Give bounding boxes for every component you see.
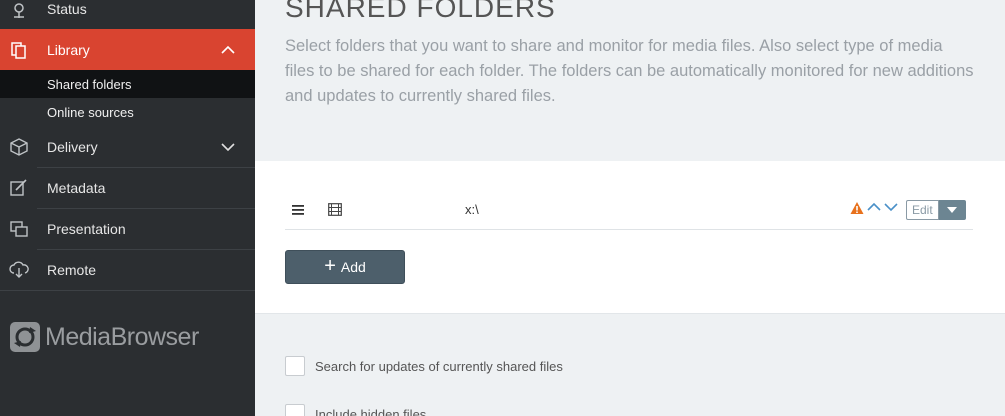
search-updates-label: Search for updates of currently shared f… (315, 358, 563, 374)
nav-presentation-label: Presentation (47, 220, 126, 237)
status-icon (9, 0, 29, 19)
nav-remote-label: Remote (47, 261, 97, 278)
nav-library[interactable]: Library (0, 29, 255, 70)
subnav-shared-folders-label: Shared folders (47, 76, 132, 92)
chevron-down-icon[interactable] (219, 138, 237, 156)
library-icon (9, 40, 29, 60)
add-folder-button[interactable]: + Add (285, 250, 405, 284)
subnav-shared-folders[interactable]: Shared folders (0, 70, 255, 98)
folder-row: x:\ Edit (285, 191, 973, 230)
include-hidden-checkbox[interactable] (285, 404, 305, 416)
box-icon (9, 137, 29, 157)
nav-metadata[interactable]: Metadata (0, 167, 255, 208)
folder-path: x:\ (465, 202, 479, 217)
subnav-online-sources-label: Online sources (47, 104, 134, 120)
nav-delivery[interactable]: Delivery (0, 126, 255, 167)
edit-dropdown-toggle[interactable] (938, 200, 966, 220)
move-down-icon[interactable] (884, 200, 898, 212)
nav-metadata-label: Metadata (47, 179, 106, 196)
include-hidden-option[interactable]: Include hidden files (285, 404, 426, 416)
caret-down-icon (947, 207, 958, 213)
edit-button[interactable]: Edit (906, 200, 939, 220)
sidebar: Status Library Shared folders Online sou… (0, 0, 255, 416)
plus-icon: + (324, 255, 336, 277)
page-title: SHARED FOLDERS (285, 0, 556, 23)
presentation-icon (9, 219, 29, 239)
nav-delivery-label: Delivery (47, 138, 98, 155)
nav-remote[interactable]: Remote (0, 249, 255, 290)
drag-handle-icon[interactable] (292, 203, 304, 215)
page-description: Select folders that you want to share an… (285, 37, 974, 105)
warning-icon[interactable] (850, 201, 864, 215)
edit-icon (9, 178, 29, 198)
nav-status-label: Status (47, 0, 87, 17)
cloud-download-icon (9, 260, 29, 280)
subnav-online-sources[interactable]: Online sources (0, 98, 255, 126)
nav-library-label: Library (47, 41, 90, 58)
search-updates-checkbox[interactable] (285, 356, 305, 376)
shared-folders-panel: x:\ Edit + Add (255, 161, 1005, 314)
nav-divider (0, 290, 255, 291)
brand-name: MediaBrowser (45, 322, 199, 351)
search-updates-option[interactable]: Search for updates of currently shared f… (285, 356, 563, 376)
chevron-up-icon[interactable] (219, 41, 237, 59)
nav-presentation[interactable]: Presentation (0, 208, 255, 249)
edit-button-group: Edit (906, 200, 966, 220)
move-up-icon[interactable] (867, 200, 881, 212)
mediabrowser-logo-icon (10, 322, 40, 352)
main-content: SHARED FOLDERS Select folders that you w… (255, 0, 1005, 416)
add-folder-label: Add (340, 259, 366, 275)
brand-logo: MediaBrowser (10, 320, 199, 354)
include-hidden-label: Include hidden files (315, 406, 427, 416)
nav-status[interactable]: Status (0, 0, 255, 28)
film-icon (328, 203, 342, 216)
